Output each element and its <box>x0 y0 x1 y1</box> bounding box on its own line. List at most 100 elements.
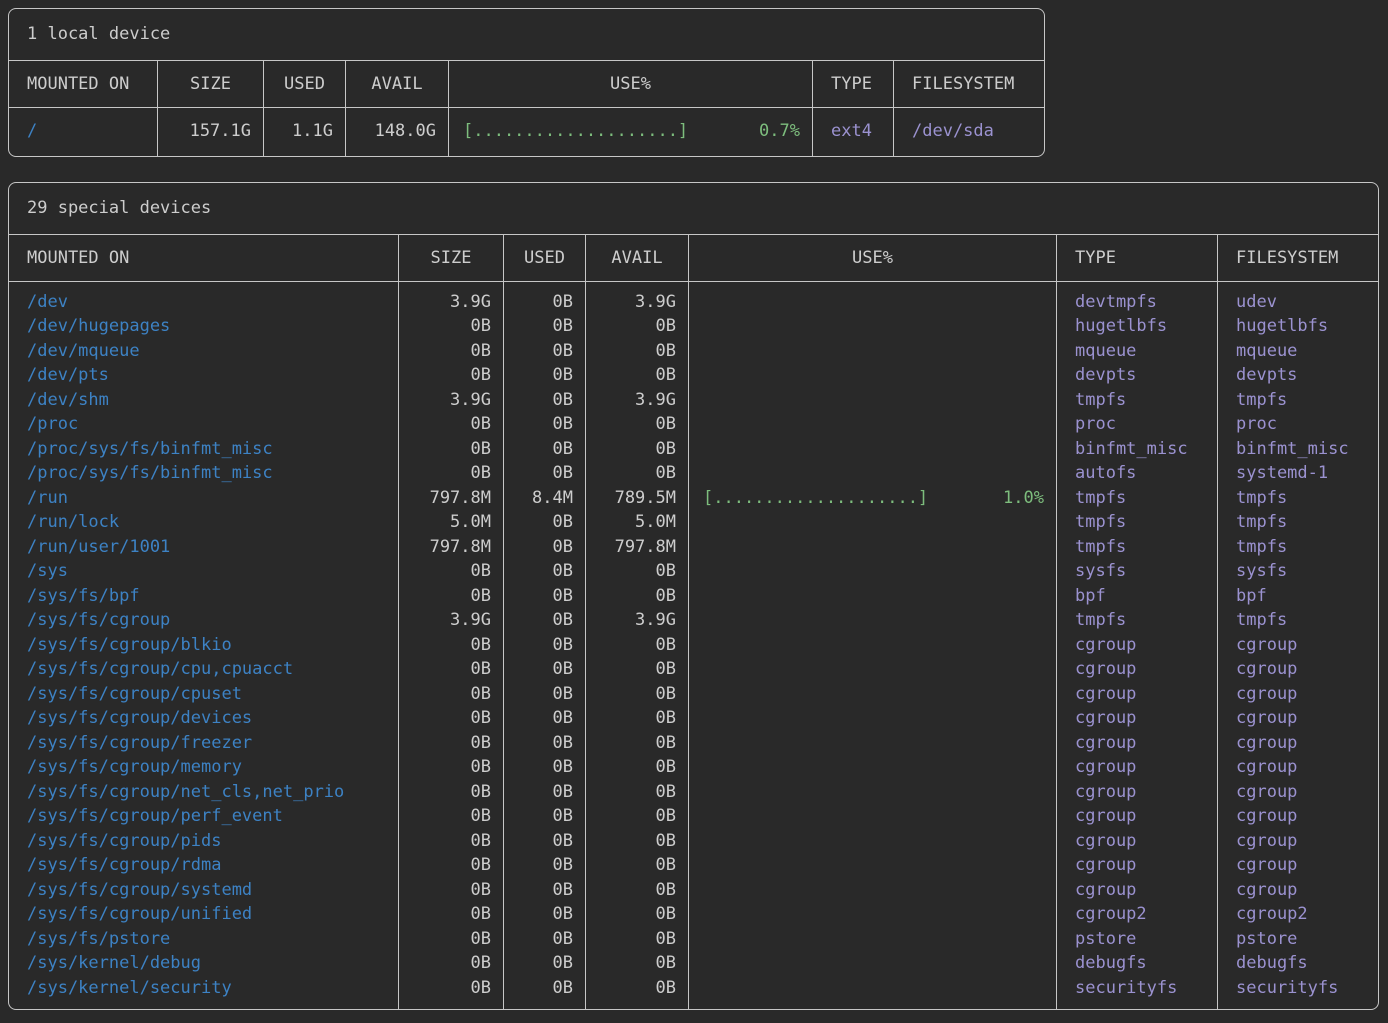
used-cell: 0B <box>504 976 586 1010</box>
avail-cell: 0B <box>586 878 689 903</box>
used-cell: 0B <box>504 559 586 584</box>
use-percent-cell <box>689 706 1057 731</box>
avail-cell: 0B <box>586 804 689 829</box>
size-cell: 0B <box>399 314 504 339</box>
used-cell: 0B <box>504 388 586 413</box>
avail-cell: 148.0G <box>346 108 449 156</box>
use-percent-cell <box>689 535 1057 560</box>
avail-cell: 0B <box>586 461 689 486</box>
used-cell: 0B <box>504 461 586 486</box>
filesystem-cell: cgroup <box>1218 780 1378 805</box>
type-cell: securityfs <box>1057 976 1218 1010</box>
size-cell: 3.9G <box>399 282 504 315</box>
avail-cell: 789.5M <box>586 486 689 511</box>
filesystem-cell: tmpfs <box>1218 486 1378 511</box>
usage-bar: [....................] <box>703 486 928 511</box>
type-cell: bpf <box>1057 584 1218 609</box>
filesystem-cell: proc <box>1218 412 1378 437</box>
type-cell: autofs <box>1057 461 1218 486</box>
avail-cell: 3.9G <box>586 388 689 413</box>
avail-cell: 0B <box>586 951 689 976</box>
use-percent-cell <box>689 829 1057 854</box>
mount-point-cell: /proc/sys/fs/binfmt_misc <box>9 461 399 486</box>
table-row: /sys/fs/cgroup/net_cls,net_prio 0B 0B 0B… <box>9 780 1378 805</box>
size-cell: 0B <box>399 461 504 486</box>
table-row: /sys/fs/cgroup/freezer 0B 0B 0B cgroup c… <box>9 731 1378 756</box>
table-row: /sys/fs/cgroup/cpu,cpuacct 0B 0B 0B cgro… <box>9 657 1378 682</box>
avail-cell: 0B <box>586 559 689 584</box>
column-header-use-percent: USE% <box>449 61 813 107</box>
type-cell: devtmpfs <box>1057 282 1218 315</box>
mount-point-cell: /sys/fs/cgroup/cpu,cpuacct <box>9 657 399 682</box>
table-row: /sys/fs/cgroup/blkio 0B 0B 0B cgroup cgr… <box>9 633 1378 658</box>
table-row: /sys/fs/cgroup/cpuset 0B 0B 0B cgroup cg… <box>9 682 1378 707</box>
use-percent-cell: [....................] 0.7% <box>449 108 813 156</box>
avail-cell: 0B <box>586 853 689 878</box>
mount-point-cell: /sys/fs/cgroup/systemd <box>9 878 399 903</box>
filesystem-cell: cgroup <box>1218 633 1378 658</box>
table-row: /sys 0B 0B 0B sysfs sysfs <box>9 559 1378 584</box>
type-cell: debugfs <box>1057 951 1218 976</box>
type-cell: cgroup <box>1057 755 1218 780</box>
avail-cell: 0B <box>586 927 689 952</box>
mount-point-cell: /dev <box>9 282 399 315</box>
type-cell: cgroup2 <box>1057 902 1218 927</box>
size-cell: 0B <box>399 339 504 364</box>
filesystem-cell: devpts <box>1218 363 1378 388</box>
mount-point-cell: /sys/fs/cgroup/unified <box>9 902 399 927</box>
size-cell: 157.1G <box>158 108 264 156</box>
column-header-mounted-on: MOUNTED ON <box>9 61 158 107</box>
table-row: /sys/fs/cgroup/perf_event 0B 0B 0B cgrou… <box>9 804 1378 829</box>
used-cell: 0B <box>504 282 586 315</box>
type-cell: tmpfs <box>1057 388 1218 413</box>
used-cell: 0B <box>504 412 586 437</box>
used-cell: 8.4M <box>504 486 586 511</box>
table-row: /sys/kernel/debug 0B 0B 0B debugfs debug… <box>9 951 1378 976</box>
type-cell: cgroup <box>1057 878 1218 903</box>
type-cell: tmpfs <box>1057 486 1218 511</box>
table-row: /dev/shm 3.9G 0B 3.9G tmpfs tmpfs <box>9 388 1378 413</box>
mount-point-cell: /dev/mqueue <box>9 339 399 364</box>
use-percent-cell <box>689 951 1057 976</box>
size-cell: 0B <box>399 731 504 756</box>
size-cell: 5.0M <box>399 510 504 535</box>
mount-point-cell: /proc/sys/fs/binfmt_misc <box>9 437 399 462</box>
used-cell: 0B <box>504 731 586 756</box>
use-percent-cell <box>689 559 1057 584</box>
column-header-filesystem: FILESYSTEM <box>1218 235 1378 281</box>
table-row: /run/user/1001 797.8M 0B 797.8M tmpfs tm… <box>9 535 1378 560</box>
mount-point-cell: /sys/fs/cgroup/net_cls,net_prio <box>9 780 399 805</box>
used-cell: 0B <box>504 902 586 927</box>
usage-percent: 0.7% <box>759 119 800 144</box>
filesystem-cell: cgroup <box>1218 853 1378 878</box>
use-percent-cell <box>689 902 1057 927</box>
avail-cell: 0B <box>586 829 689 854</box>
use-percent-cell <box>689 682 1057 707</box>
avail-cell: 0B <box>586 682 689 707</box>
used-cell: 0B <box>504 510 586 535</box>
avail-cell: 797.8M <box>586 535 689 560</box>
table-row: /sys/fs/cgroup/devices 0B 0B 0B cgroup c… <box>9 706 1378 731</box>
size-cell: 0B <box>399 657 504 682</box>
use-percent-cell <box>689 412 1057 437</box>
avail-cell: 0B <box>586 657 689 682</box>
type-cell: sysfs <box>1057 559 1218 584</box>
size-cell: 0B <box>399 829 504 854</box>
column-header-size: SIZE <box>399 235 504 281</box>
size-cell: 0B <box>399 780 504 805</box>
column-header-use-percent: USE% <box>689 235 1057 281</box>
avail-cell: 0B <box>586 339 689 364</box>
mount-point-cell: /sys/fs/cgroup/rdma <box>9 853 399 878</box>
usage-percent: 1.0% <box>1003 486 1044 511</box>
filesystem-cell: cgroup <box>1218 878 1378 903</box>
size-cell: 0B <box>399 363 504 388</box>
filesystem-cell: sysfs <box>1218 559 1378 584</box>
table-header-row: MOUNTED ON SIZE USED AVAIL USE% TYPE FIL… <box>9 61 1044 108</box>
table-row: /run 797.8M 8.4M 789.5M [...............… <box>9 486 1378 511</box>
column-header-type: TYPE <box>813 61 894 107</box>
use-percent-cell <box>689 731 1057 756</box>
used-cell: 0B <box>504 927 586 952</box>
mount-point-cell: /sys/kernel/security <box>9 976 399 1010</box>
table-row: /sys/kernel/security 0B 0B 0B securityfs… <box>9 976 1378 1010</box>
use-percent-cell <box>689 363 1057 388</box>
